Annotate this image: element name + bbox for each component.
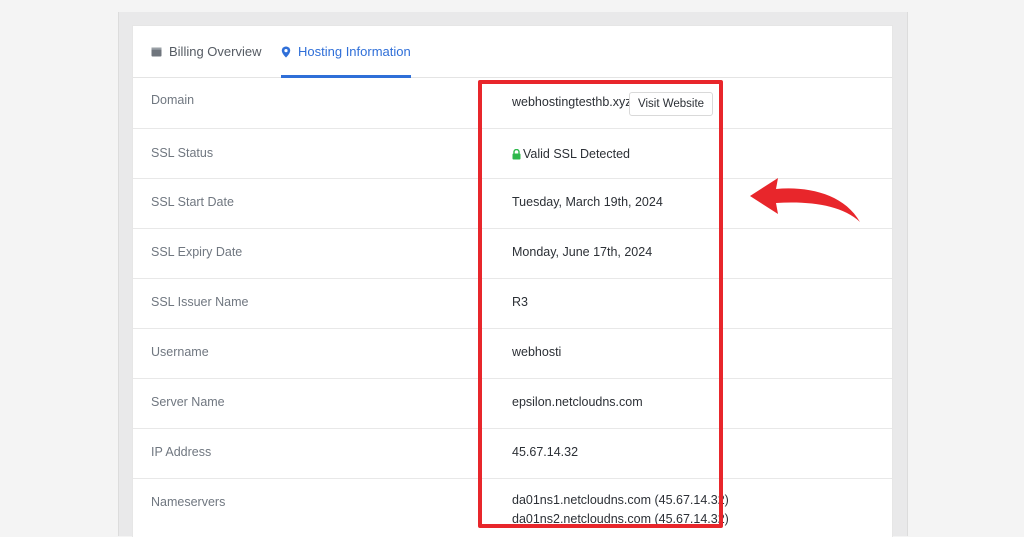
row-label: Username: [151, 345, 209, 359]
lock-icon: [512, 148, 521, 160]
tab-bar: Billing Overview Hosting Information: [133, 26, 892, 78]
row-label: SSL Start Date: [151, 195, 234, 209]
hosting-info-card: Billing Overview Hosting Information Dom…: [132, 25, 893, 537]
row-ssl-issuer-name: SSL Issuer Name R3: [133, 279, 892, 329]
ssl-start-date-value: Tuesday, March 19th, 2024: [512, 195, 663, 209]
curved-arrow-icon: [748, 172, 864, 231]
row-server-name: Server Name epsilon.netcloudns.com: [133, 379, 892, 429]
row-label: Nameservers: [151, 495, 226, 509]
tab-billing-overview[interactable]: Billing Overview: [151, 26, 261, 77]
row-label: IP Address: [151, 445, 212, 459]
row-ip-address: IP Address 45.67.14.32: [133, 429, 892, 479]
ssl-issuer-value: R3: [512, 295, 528, 309]
row-label: SSL Issuer Name: [151, 295, 249, 309]
row-username: Username webhosti: [133, 329, 892, 379]
ssl-status-value: Valid SSL Detected: [512, 147, 630, 161]
row-label: SSL Status: [151, 146, 214, 160]
tab-billing-label: Billing Overview: [169, 44, 262, 59]
nameservers-value: da01ns1.netcloudns.com (45.67.14.32) da0…: [512, 491, 729, 529]
row-nameservers: Nameservers da01ns1.netcloudns.com (45.6…: [133, 479, 892, 537]
ssl-expiry-date-value: Monday, June 17th, 2024: [512, 245, 653, 259]
row-label: Server Name: [151, 395, 225, 409]
ssl-status-text: Valid SSL Detected: [523, 147, 631, 161]
nameserver-1: da01ns1.netcloudns.com (45.67.14.32): [512, 493, 729, 507]
row-label: SSL Expiry Date: [151, 245, 243, 259]
nameserver-2: da01ns2.netcloudns.com (45.67.14.32): [512, 512, 729, 526]
username-value: webhosti: [512, 345, 562, 359]
row-domain: Domain webhostingtesthb.xyz Visit Websit…: [133, 78, 892, 129]
ip-address-value: 45.67.14.32: [512, 445, 579, 459]
tab-hosting-label: Hosting Information: [298, 44, 411, 59]
wallet-icon: [151, 46, 162, 57]
row-label: Domain: [151, 93, 195, 107]
tab-hosting-information[interactable]: Hosting Information: [281, 26, 411, 78]
server-name-value: epsilon.netcloudns.com: [512, 395, 643, 409]
visit-website-button[interactable]: Visit Website: [629, 92, 714, 116]
location-pin-icon: [281, 46, 291, 58]
row-ssl-expiry-date: SSL Expiry Date Monday, June 17th, 2024: [133, 229, 892, 279]
domain-value: webhostingtesthb.xyz: [512, 95, 632, 109]
